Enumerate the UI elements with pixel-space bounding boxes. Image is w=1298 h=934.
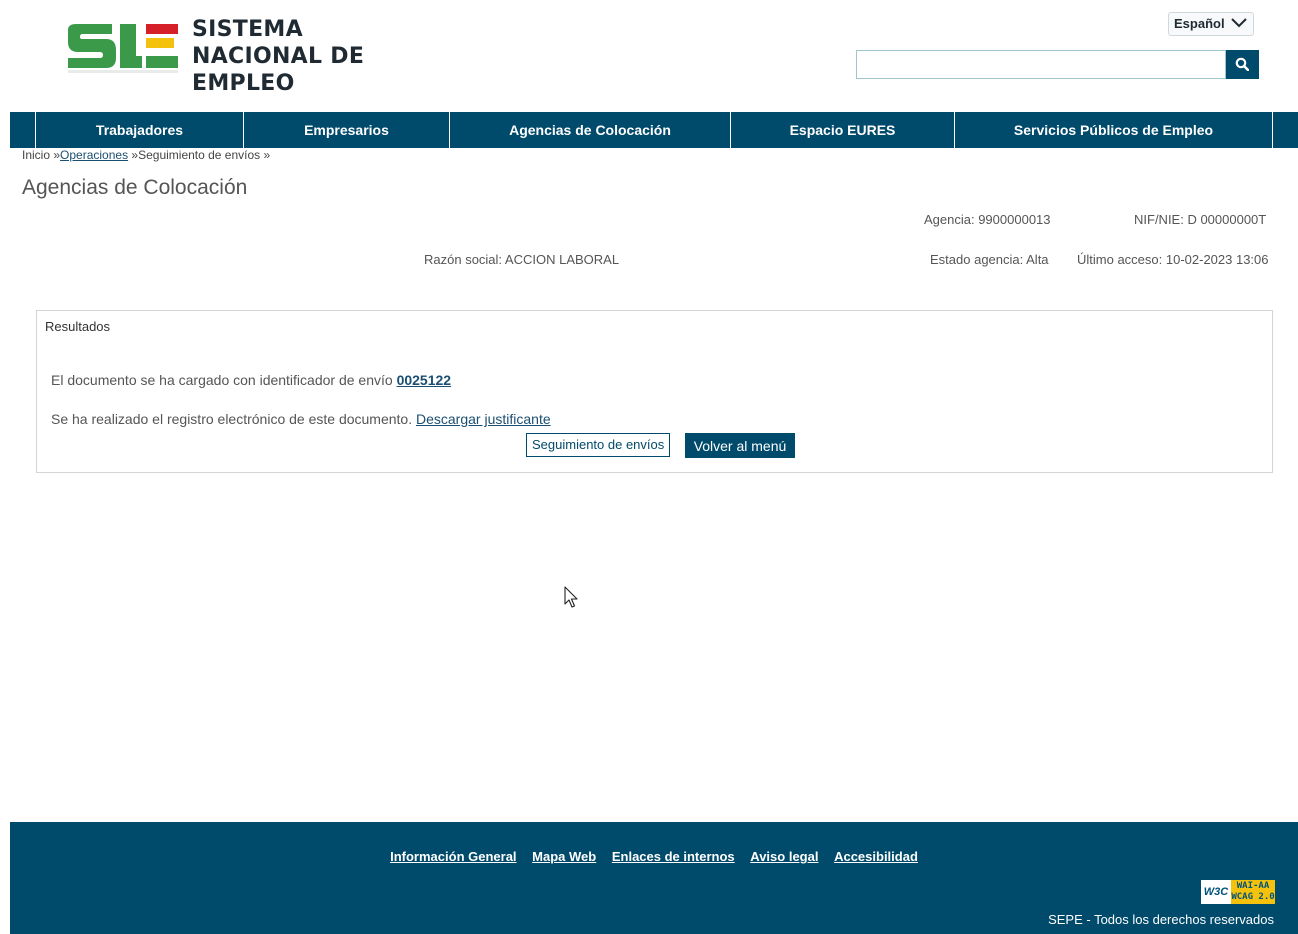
search-input[interactable] bbox=[856, 50, 1226, 79]
w3c-wcag-badge[interactable]: W3C WAI-AA WCAG 2.0 bbox=[1201, 880, 1275, 904]
footer-links: Información General Mapa Web Enlaces de … bbox=[10, 849, 1298, 864]
upload-message: El documento se ha cargado con identific… bbox=[51, 372, 451, 388]
breadcrumb: Inicio »Operaciones »Seguimiento de enví… bbox=[22, 148, 270, 162]
main-nav: Trabajadores Empresarios Agencias de Col… bbox=[10, 112, 1298, 148]
nav-item-empresarios[interactable]: Empresarios bbox=[244, 112, 450, 148]
footer-link-enlaces[interactable]: Enlaces de internos bbox=[612, 849, 735, 864]
copyright-text: SEPE - Todos los derechos reservados bbox=[1048, 912, 1274, 927]
nav-item-trabajadores[interactable]: Trabajadores bbox=[36, 112, 244, 148]
badge-line-2: WCAG 2.0 bbox=[1231, 892, 1275, 902]
site-logo[interactable]: SISTEMA NACIONAL DE EMPLEO bbox=[66, 16, 466, 96]
language-label: Español bbox=[1174, 16, 1225, 31]
tracking-button[interactable]: Seguimiento de envíos bbox=[526, 433, 671, 457]
logo-line-1: SISTEMA bbox=[192, 17, 303, 42]
breadcrumb-home[interactable]: Inicio » bbox=[22, 148, 60, 162]
agency-status: Estado agencia: Alta bbox=[930, 252, 1049, 267]
agency-number: Agencia: 9900000013 bbox=[924, 212, 1051, 227]
logo-text: SISTEMA NACIONAL DE EMPLEO bbox=[192, 16, 466, 97]
sne-logo-icon bbox=[68, 24, 178, 73]
language-select[interactable]: Español bbox=[1168, 12, 1254, 36]
site-footer: Información General Mapa Web Enlaces de … bbox=[10, 822, 1298, 934]
nav-spacer bbox=[10, 112, 36, 148]
registry-message-text: Se ha realizado el registro electrónico … bbox=[51, 411, 416, 427]
w3c-badge-logo: W3C bbox=[1201, 880, 1231, 904]
agency-nif: NIF/NIE: D 00000000T bbox=[1134, 212, 1267, 227]
agency-razon-social: Razón social: ACCION LABORAL bbox=[424, 252, 620, 267]
badge-line-1: WAI-AA bbox=[1236, 881, 1270, 891]
nav-item-servicios[interactable]: Servicios Públicos de Empleo bbox=[955, 112, 1273, 148]
footer-link-accesibilidad[interactable]: Accesibilidad bbox=[834, 849, 918, 864]
footer-link-mapa-web[interactable]: Mapa Web bbox=[532, 849, 596, 864]
search-icon bbox=[1235, 57, 1249, 71]
download-receipt-link[interactable]: Descargar justificante bbox=[416, 411, 551, 427]
footer-link-aviso-legal[interactable]: Aviso legal bbox=[750, 849, 818, 864]
page-title: Agencias de Colocación bbox=[22, 176, 248, 199]
nav-item-agencias[interactable]: Agencias de Colocación bbox=[450, 112, 731, 148]
breadcrumb-link-operaciones[interactable]: Operaciones bbox=[60, 148, 128, 162]
back-to-menu-button[interactable]: Volver al menú bbox=[685, 433, 795, 458]
results-title: Resultados bbox=[45, 319, 111, 334]
w3c-badge-level: WAI-AA WCAG 2.0 bbox=[1231, 880, 1275, 904]
last-access: Último acceso: 10-02-2023 13:06 bbox=[1077, 252, 1269, 267]
results-panel: Resultados El documento se ha cargado co… bbox=[36, 310, 1273, 473]
registry-message: Se ha realizado el registro electrónico … bbox=[51, 411, 551, 427]
submission-id-link[interactable]: 0025122 bbox=[397, 372, 452, 388]
nav-item-eures[interactable]: Espacio EURES bbox=[731, 112, 955, 148]
logo-line-2: NACIONAL DE EMPLEO bbox=[192, 44, 365, 96]
footer-link-informacion[interactable]: Información General bbox=[390, 849, 516, 864]
search-button[interactable] bbox=[1226, 50, 1259, 79]
mouse-pointer-icon bbox=[564, 586, 578, 608]
chevron-down-icon bbox=[1231, 18, 1247, 28]
breadcrumb-current: »Seguimiento de envíos » bbox=[128, 148, 271, 162]
upload-message-text: El documento se ha cargado con identific… bbox=[51, 372, 397, 388]
